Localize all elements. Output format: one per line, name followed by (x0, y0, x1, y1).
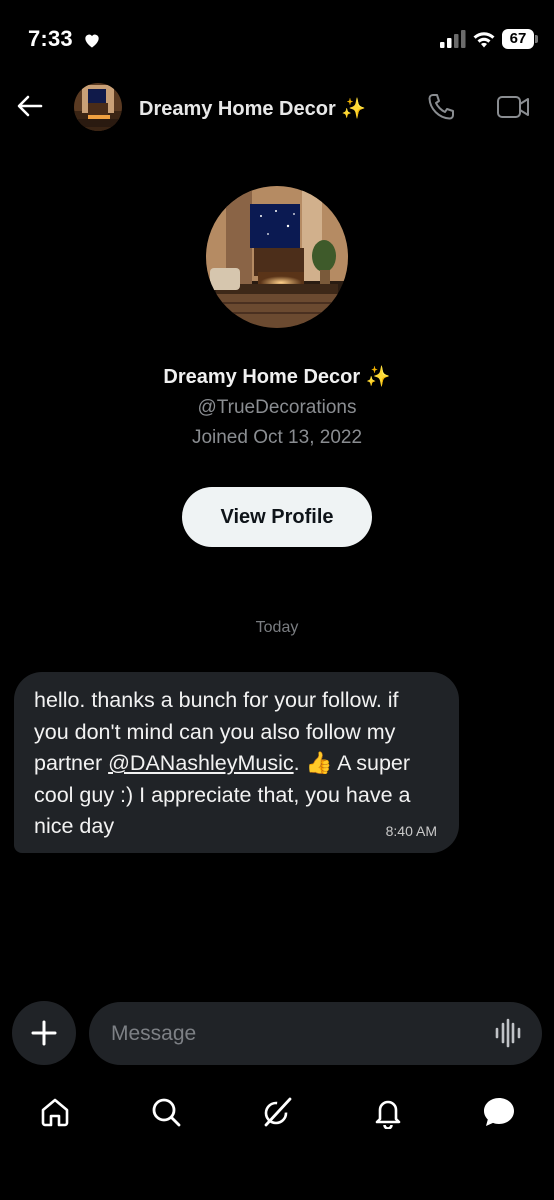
nav-notifications[interactable] (370, 1094, 406, 1130)
nav-grok[interactable] (259, 1094, 295, 1130)
date-divider: Today (255, 619, 299, 636)
sparkles-emoji: ✨ (341, 98, 367, 120)
header-title-text: Dreamy Home Decor (139, 98, 336, 120)
message-composer (89, 1002, 542, 1065)
nav-home[interactable] (37, 1094, 73, 1130)
status-time: 7:33 (28, 26, 73, 51)
battery-cap (535, 35, 538, 43)
add-attachment-button[interactable] (12, 1001, 76, 1065)
home-icon (41, 1098, 69, 1127)
sparkles-emoji: ✨ (365, 366, 391, 388)
bottom-nav (0, 1080, 554, 1150)
nav-messages[interactable] (481, 1094, 517, 1130)
profile-joined-date: Joined Oct 13, 2022 (191, 427, 363, 448)
mention-link[interactable]: @DANashleyMusic (108, 751, 294, 775)
status-bar: 7:33 67 (0, 0, 554, 80)
message-timestamp: 8:40 AM (385, 823, 437, 839)
cellular-signal-icon (440, 30, 466, 48)
message-bubble-icon (484, 1098, 514, 1126)
nav-search[interactable] (148, 1094, 184, 1130)
video-call-icon[interactable] (496, 92, 530, 122)
profile-name: Dreamy Home Decor ✨ (0, 364, 554, 389)
header-avatar[interactable] (74, 83, 122, 131)
grok-icon (264, 1097, 292, 1127)
plus-icon (31, 1020, 57, 1046)
phone-call-icon[interactable] (426, 92, 456, 122)
profile-name-text: Dreamy Home Decor (163, 366, 361, 388)
view-profile-button[interactable]: View Profile (182, 487, 372, 547)
message-input[interactable] (111, 1002, 481, 1065)
header-title[interactable]: Dreamy Home Decor ✨ (139, 96, 366, 121)
profile-avatar[interactable] (206, 186, 348, 328)
wifi-icon (473, 32, 495, 48)
message-text: hello. thanks a bunch for your follow. i… (34, 685, 439, 843)
battery-level: 67 (502, 29, 534, 49)
profile-handle: @TrueDecorations (197, 397, 357, 418)
back-arrow-icon[interactable] (14, 90, 46, 122)
bell-icon (375, 1100, 401, 1129)
voice-message-icon[interactable] (493, 1018, 523, 1048)
battery-indicator: 67 (502, 29, 538, 49)
conversation-header: Dreamy Home Decor ✨ (0, 80, 554, 136)
message-bubble[interactable]: hello. thanks a bunch for your follow. i… (14, 672, 459, 853)
heart-icon (85, 34, 99, 48)
search-icon (152, 1098, 181, 1127)
